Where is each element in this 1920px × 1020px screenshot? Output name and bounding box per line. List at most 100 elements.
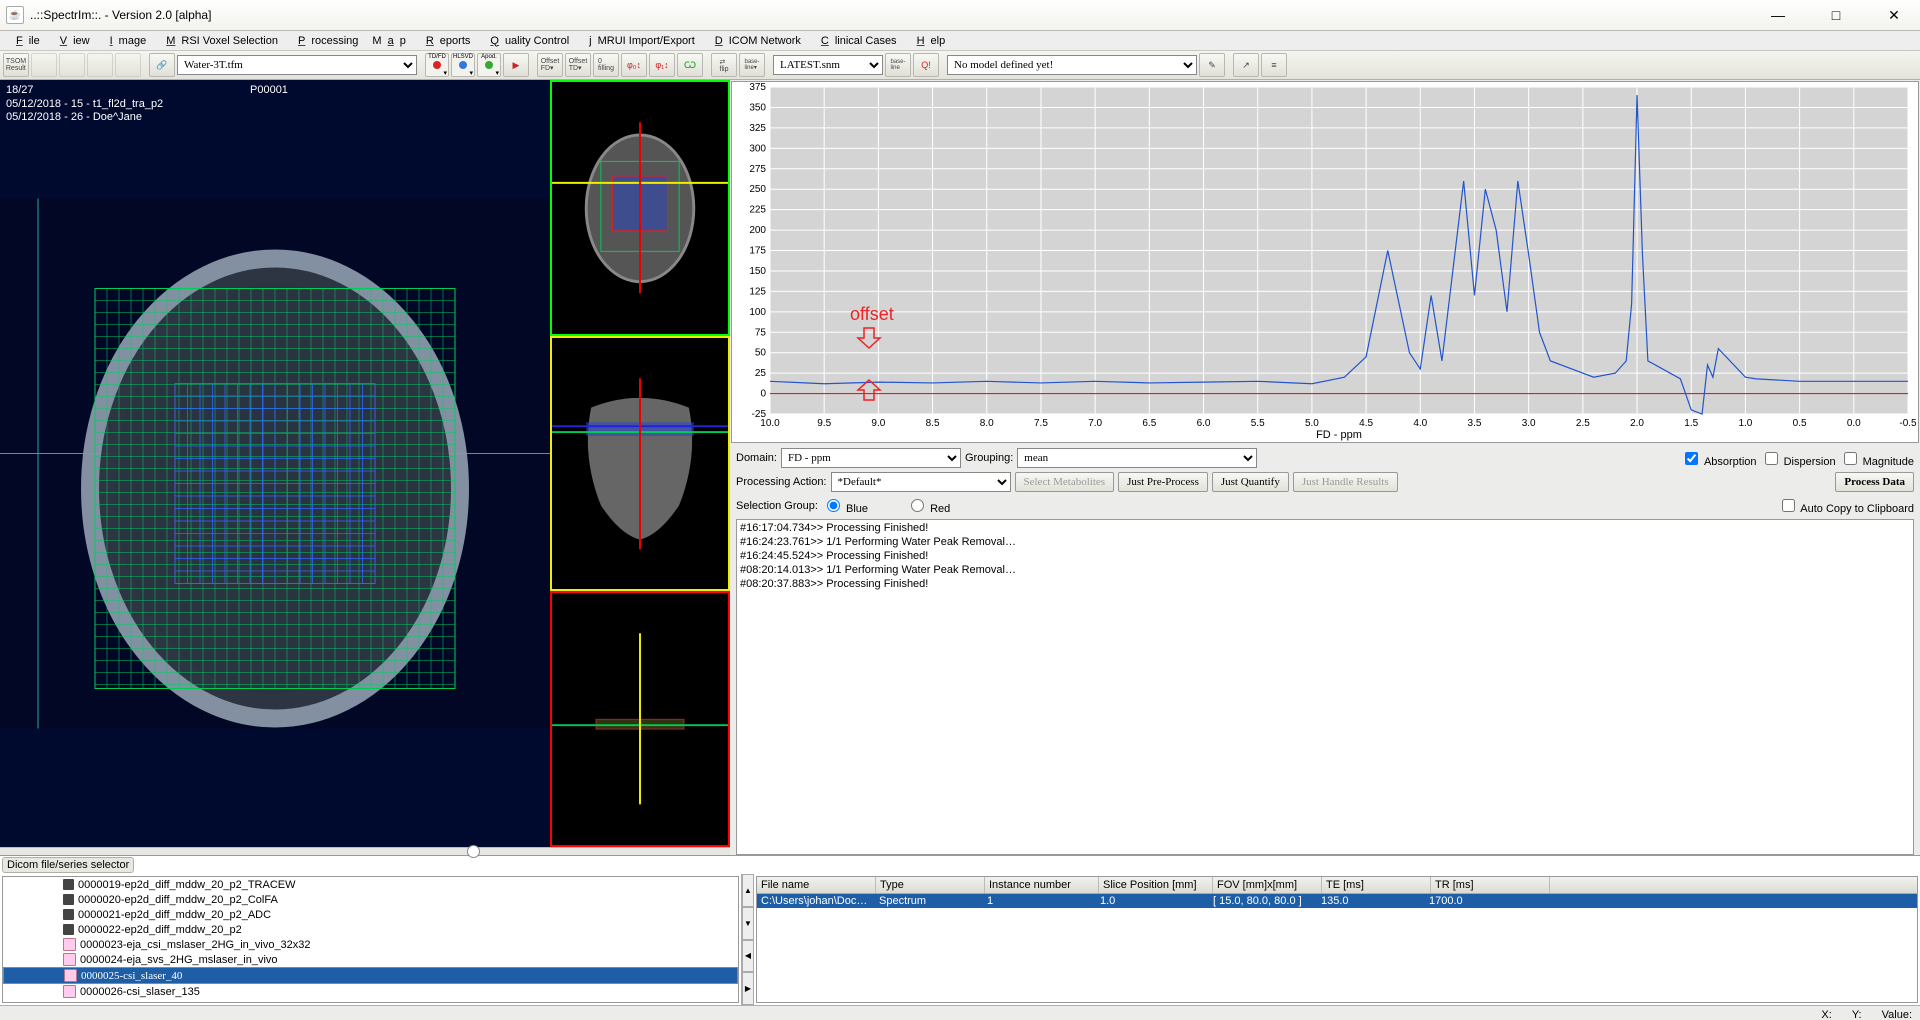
tb-icon-5[interactable] xyxy=(115,53,141,77)
menu-reports[interactable]: Reports xyxy=(414,34,477,48)
svg-text:350: 350 xyxy=(749,102,766,113)
tree-scroll[interactable]: ▲ ▼ ◀ ▶ xyxy=(741,874,754,1005)
absorption-check[interactable]: Absorption xyxy=(1681,449,1756,468)
close-button[interactable]: ✕ xyxy=(1874,3,1914,27)
preset-select[interactable]: Water-3T.tfm xyxy=(177,55,417,75)
tsom-icon[interactable]: TSOMResult xyxy=(3,53,29,77)
ortho-axial[interactable] xyxy=(550,80,730,336)
snm-select[interactable]: LATEST.snm xyxy=(773,55,883,75)
edit-icon[interactable]: ✎ xyxy=(1199,53,1225,77)
file-table[interactable]: File nameTypeInstance numberSlice Positi… xyxy=(756,876,1918,1003)
series-tree[interactable]: 0000019-ep2d_diff_mddw_20_p2_TRACEW00000… xyxy=(2,876,739,1003)
tree-item[interactable]: 0000026-csi_slaser_135 xyxy=(3,984,738,999)
scroll-left-icon[interactable]: ◀ xyxy=(742,940,754,973)
slice-slider[interactable] xyxy=(0,847,730,855)
ortho-coronal[interactable] xyxy=(550,336,730,592)
select-metabolites-button[interactable]: Select Metabolites xyxy=(1015,472,1115,492)
menu-jmrui[interactable]: jMRUI Import/Export xyxy=(577,34,701,48)
menu-map[interactable]: Map xyxy=(366,34,411,48)
menu-dicom[interactable]: DICOM Network xyxy=(703,34,807,48)
autocopy-check[interactable]: Auto Copy to Clipboard xyxy=(1778,496,1914,515)
svg-text:275: 275 xyxy=(749,164,766,175)
tree-item[interactable]: 0000020-ep2d_diff_mddw_20_p2_ColFA xyxy=(3,892,738,907)
ofilling-icon[interactable]: 0filling xyxy=(593,53,619,77)
omega-icon[interactable]: Ѡ xyxy=(677,53,703,77)
table-header[interactable]: Slice Position [mm] xyxy=(1099,877,1213,893)
menu-file[interactable]: File xyxy=(4,34,46,48)
tdfd-red-icon[interactable]: TD/FD▾ xyxy=(425,53,449,77)
grouping-label: Grouping: xyxy=(965,452,1013,464)
chart-svg: -250255075100125150175200225250275300325… xyxy=(732,82,1918,442)
tb-icon-4[interactable] xyxy=(87,53,113,77)
svg-text:100: 100 xyxy=(749,307,766,318)
table-header[interactable]: TR [ms] xyxy=(1431,877,1550,893)
qi-icon[interactable]: Q! xyxy=(913,53,939,77)
grouping-select[interactable]: mean xyxy=(1017,448,1257,468)
tree-item[interactable]: 0000021-ep2d_diff_mddw_20_p2_ADC xyxy=(3,907,738,922)
flip-icon[interactable]: ⇄flip xyxy=(711,53,737,77)
scroll-right-icon[interactable]: ▶ xyxy=(742,972,754,1005)
radio-red[interactable]: Red xyxy=(906,496,950,515)
tree-item[interactable]: 0000025-csi_slaser_40 xyxy=(3,967,738,984)
axial-view[interactable]: 18/27 P00001 05/12/2018 - 15 - t1_fl2d_t… xyxy=(0,80,550,847)
tree-item[interactable]: 0000022-ep2d_diff_mddw_20_p2 xyxy=(3,922,738,937)
tb-icon-2[interactable] xyxy=(31,53,57,77)
baseline2-icon[interactable]: base-line xyxy=(885,53,911,77)
maximize-button[interactable]: □ xyxy=(1816,3,1856,27)
tb-icon-3[interactable] xyxy=(59,53,85,77)
table-header[interactable]: Instance number xyxy=(985,877,1099,893)
scroll-down-icon[interactable]: ▼ xyxy=(742,907,754,940)
dispersion-check[interactable]: Dispersion xyxy=(1761,449,1836,468)
scroll-up-icon[interactable]: ▲ xyxy=(742,874,754,907)
tree-item[interactable]: 0000023-eja_csi_mslaser_2HG_in_vivo_32x3… xyxy=(3,937,738,952)
table-header[interactable]: FOV [mm]x[mm] xyxy=(1213,877,1322,893)
apod-green-icon[interactable]: Apod.▾ xyxy=(477,53,501,77)
process-data-button[interactable]: Process Data xyxy=(1835,472,1914,492)
just-preprocess-button[interactable]: Just Pre-Process xyxy=(1118,472,1208,492)
table-header[interactable]: Type xyxy=(876,877,985,893)
svg-text:150: 150 xyxy=(749,266,766,277)
domain-select[interactable]: FD - ppm xyxy=(781,448,961,468)
svg-text:FD - ppm: FD - ppm xyxy=(1316,429,1362,441)
play-icon[interactable]: ▶ xyxy=(503,53,529,77)
model-select[interactable]: No model defined yet! xyxy=(947,55,1197,75)
menu-image[interactable]: Image xyxy=(98,34,153,48)
hlsvd-blue-icon[interactable]: HLSVD▾ xyxy=(451,53,475,77)
minimize-button[interactable]: — xyxy=(1758,3,1798,27)
phi0-icon[interactable]: φ₀↕ xyxy=(621,53,647,77)
spectrum-chart[interactable]: -250255075100125150175200225250275300325… xyxy=(731,81,1919,443)
svg-text:4.0: 4.0 xyxy=(1413,418,1427,429)
offset-td-icon[interactable]: OffsetTD▾ xyxy=(565,53,591,77)
svg-text:300: 300 xyxy=(749,143,766,154)
link-icon[interactable]: 🔗 xyxy=(149,53,175,77)
menu-help[interactable]: Help xyxy=(905,34,952,48)
menu-clinical[interactable]: Clinical Cases xyxy=(809,34,903,48)
export-icon[interactable]: ↗ xyxy=(1233,53,1259,77)
magnitude-check[interactable]: Magnitude xyxy=(1840,449,1914,468)
table-header[interactable]: TE [ms] xyxy=(1322,877,1431,893)
ortho-sagittal[interactable] xyxy=(550,591,730,847)
baseline-icon[interactable]: base-line▾ xyxy=(739,53,765,77)
list-icon[interactable]: ≡ xyxy=(1261,53,1287,77)
tree-item[interactable]: 0000019-ep2d_diff_mddw_20_p2_TRACEW xyxy=(3,877,738,892)
phi1-icon[interactable]: φ₁↕ xyxy=(649,53,675,77)
just-handle-button[interactable]: Just Handle Results xyxy=(1293,472,1398,492)
proc-action-select[interactable]: *Default* xyxy=(831,472,1011,492)
svg-text:1.5: 1.5 xyxy=(1684,418,1698,429)
offset-fd-icon[interactable]: OffsetFD▾ xyxy=(537,53,563,77)
table-cell: C:\Users\johan\Doc… xyxy=(757,894,875,908)
menu-qc[interactable]: Quality Control xyxy=(478,34,575,48)
tree-item[interactable]: 0000024-eja_svs_2HG_mslaser_in_vivo xyxy=(3,952,738,967)
svg-text:250: 250 xyxy=(749,184,766,195)
status-y: Y: xyxy=(1852,1009,1862,1020)
log-output[interactable]: #16:17:04.734>> Processing Finished!#16:… xyxy=(736,519,1914,855)
menu-view[interactable]: View xyxy=(48,34,96,48)
table-header[interactable]: File name xyxy=(757,877,876,893)
menu-processing[interactable]: Processing xyxy=(286,34,364,48)
just-quantify-button[interactable]: Just Quantify xyxy=(1212,472,1289,492)
menu-mrsi[interactable]: MRSI Voxel Selection xyxy=(154,34,284,48)
radio-blue[interactable]: Blue xyxy=(822,496,868,515)
svg-text:5.5: 5.5 xyxy=(1251,418,1265,429)
svg-text:9.0: 9.0 xyxy=(871,418,885,429)
svg-text:125: 125 xyxy=(749,286,766,297)
